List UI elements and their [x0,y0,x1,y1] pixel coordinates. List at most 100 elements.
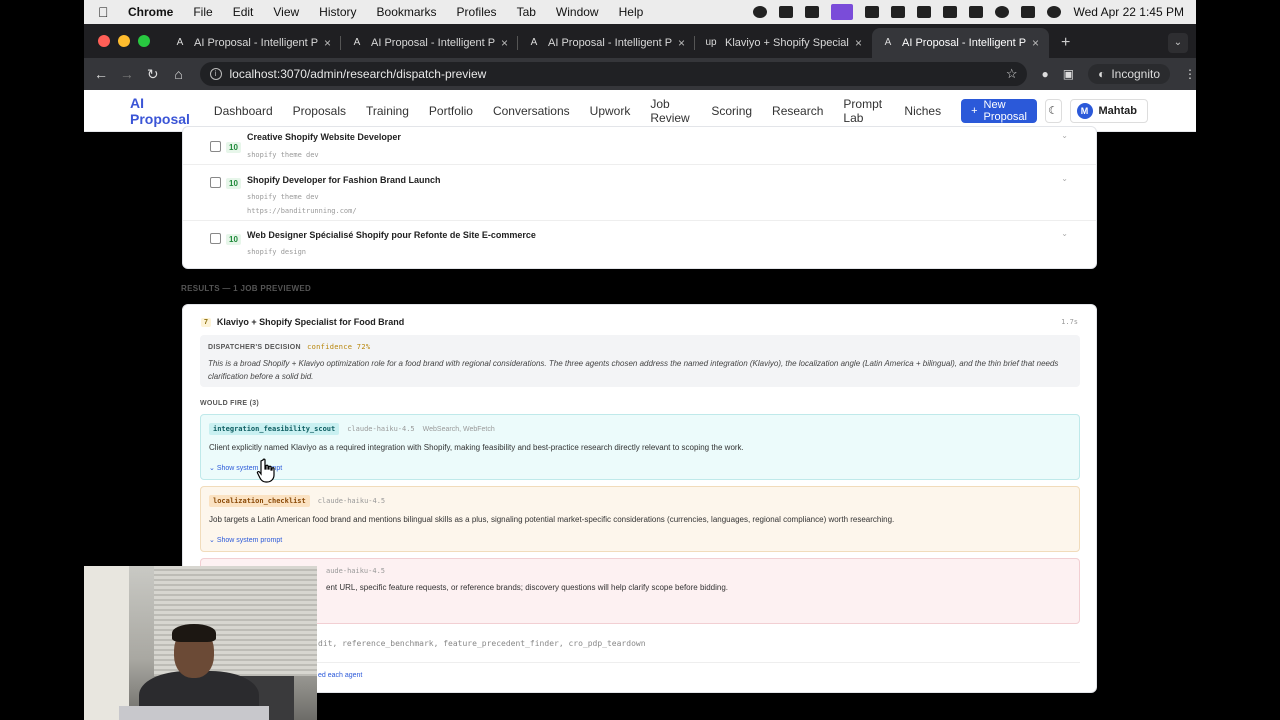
reload-icon[interactable]: ↻ [140,66,166,83]
browser-tab[interactable]: up Klaviyo + Shopify Specialist fo × [695,28,872,58]
menu-edit[interactable]: Edit [233,5,254,19]
extensions-puzzle-icon[interactable]: ▣ [1063,67,1074,81]
chevron-down-icon[interactable]: ⌄ [1061,131,1068,140]
job-title: Web Designer Spécialisé Shopify pour Ref… [247,230,536,240]
plus-icon: + [971,104,978,117]
user-name: Mahtab [1098,104,1138,117]
display-icon[interactable] [831,4,854,20]
nav-job-review[interactable]: Job Review [650,97,691,125]
new-proposal-button[interactable]: + New Proposal [961,98,1037,123]
chevron-down-icon: ⌄ [209,465,215,472]
layers-icon[interactable] [805,6,820,18]
apple-icon[interactable]:  [98,5,112,19]
nav-prompt-lab[interactable]: Prompt Lab [843,97,884,125]
menu-view[interactable]: View [273,5,299,19]
screen-record-icon[interactable] [753,6,768,18]
menu-file[interactable]: File [193,5,212,19]
tab-favicon-icon: A [884,37,892,48]
raw-prompts-link[interactable]: ed each agent [318,672,362,679]
zoom-window-button[interactable] [138,35,150,47]
forward-icon[interactable]: → [114,66,140,82]
browser-tab-active[interactable]: A AI Proposal - Intelligent Propo × [872,28,1049,58]
nav-upwork[interactable]: Upwork [590,104,631,118]
tab-search-icon[interactable]: ⌄ [1168,33,1188,53]
job-tags: shopify design [247,248,307,256]
control-center-icon[interactable] [1021,6,1036,18]
list-item[interactable]: 10 Web Designer Spécialisé Shopify pour … [183,220,1096,268]
nav-research[interactable]: Research [772,104,823,118]
close-window-button[interactable] [98,35,110,47]
close-tab-icon[interactable]: × [501,36,508,50]
browser-menu-icon[interactable]: ⋮ [1184,67,1196,81]
agent-reason: ent URL, specific feature requests, or r… [326,583,728,592]
chevron-down-icon[interactable]: ⌄ [1061,174,1068,183]
menu-tab[interactable]: Tab [517,5,536,19]
show-system-prompt-toggle[interactable]: ⌄ Show system prompt [209,536,1071,544]
agent-card: aude-haiku-4.5 ent URL, specific feature… [200,558,1080,624]
confidence-value: confidence 72% [307,343,371,351]
app-icon[interactable] [865,6,880,18]
menu-history[interactable]: History [319,5,356,19]
bluetooth-icon[interactable] [917,6,932,18]
close-tab-icon[interactable]: × [324,36,331,50]
bookmark-star-icon[interactable]: ☆ [1006,66,1018,82]
theme-toggle-moon-icon[interactable]: ☾ [1044,98,1062,123]
browser-tab[interactable]: A AI Proposal - Intelligent Propo × [341,28,518,58]
menu-help[interactable]: Help [619,5,644,19]
brand-logo[interactable]: AI Proposal [130,95,190,127]
extension-avatar-icon[interactable]: ● [1041,67,1048,81]
job-title: Shopify Developer for Fashion Brand Laun… [247,175,441,185]
siri-icon[interactable] [1047,6,1062,18]
user-menu[interactable]: M Mahtab [1069,98,1149,123]
home-icon[interactable]: ⌂ [166,66,192,82]
browser-tab[interactable]: A AI Proposal - Intelligent Propo × [518,28,695,58]
nav-scoring[interactable]: Scoring [711,104,752,118]
job-checkbox[interactable] [210,141,221,152]
show-system-prompt-toggle[interactable]: ⌄ Show system prompt [209,464,1071,472]
wifi-icon[interactable] [943,6,958,18]
incognito-label: Incognito [1111,67,1161,81]
agent-reason: Job targets a Latin American food brand … [209,515,895,524]
job-tags: shopify theme dev [247,193,319,201]
nav-conversations[interactable]: Conversations [493,104,570,118]
nav-proposals[interactable]: Proposals [293,104,346,118]
browser-tab[interactable]: A AI Proposal - Intelligent Propo × [164,28,341,58]
agent-card: integration_feasibility_scout claude-hai… [200,414,1080,480]
job-checkbox[interactable] [210,177,221,188]
battery-icon[interactable] [969,6,984,18]
back-icon[interactable]: ← [88,66,114,82]
new-tab-icon[interactable]: + [1061,34,1070,52]
menu-bookmarks[interactable]: Bookmarks [377,5,437,19]
nav-niches[interactable]: Niches [904,104,941,118]
menu-window[interactable]: Window [556,5,599,19]
incognito-chip[interactable]: ◐ Incognito [1088,64,1171,84]
menu-app-name[interactable]: Chrome [128,5,173,19]
menu-profiles[interactable]: Profiles [457,5,497,19]
address-bar[interactable]: i localhost:3070/admin/research/dispatch… [199,62,1028,86]
url-text[interactable]: localhost:3070/admin/research/dispatch-p… [230,67,487,81]
tab-favicon-icon: up [705,37,717,48]
browser-toolbar: ← → ↻ ⌂ i localhost:3070/admin/research/… [84,58,1196,90]
audio-icon[interactable] [779,6,794,18]
chevron-down-icon[interactable]: ⌄ [1061,229,1068,238]
toggle-label: Show system prompt [216,537,283,544]
list-item[interactable]: 10 Shopify Developer for Fashion Brand L… [183,164,1096,218]
close-tab-icon[interactable]: × [855,36,862,50]
agent-model: aude-haiku-4.5 [326,567,386,575]
minimize-window-button[interactable] [118,35,130,47]
job-url[interactable]: https://banditrunning.com/ [247,207,357,215]
a-app-icon[interactable] [891,6,906,18]
search-icon[interactable] [995,6,1010,18]
agent-name: integration_feasibility_scout [209,423,340,435]
nav-portfolio[interactable]: Portfolio [429,104,473,118]
close-tab-icon[interactable]: × [1032,36,1039,50]
tab-title: AI Proposal - Intelligent Propo [194,37,318,49]
close-tab-icon[interactable]: × [678,36,685,50]
site-info-icon[interactable]: i [209,68,222,80]
clock[interactable]: Wed Apr 22 1:45 PM [1073,5,1184,19]
job-checkbox[interactable] [210,233,221,244]
new-proposal-label: New Proposal [983,98,1027,123]
score-badge: 10 [226,142,241,153]
nav-dashboard[interactable]: Dashboard [214,104,273,118]
nav-training[interactable]: Training [366,104,409,118]
